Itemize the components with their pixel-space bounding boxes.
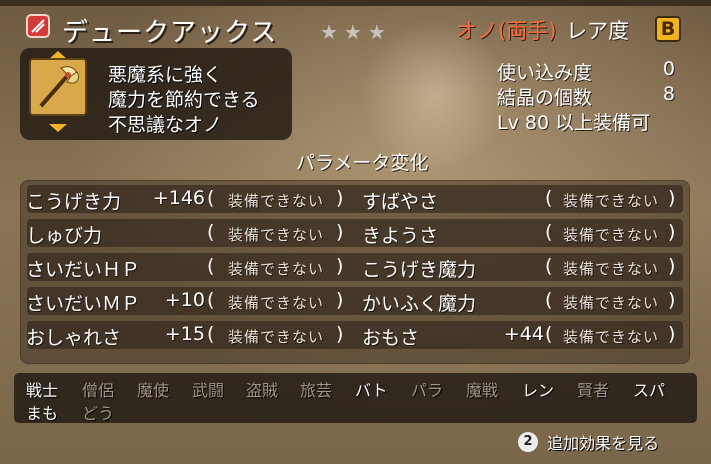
close-paren: )	[336, 255, 344, 277]
param-status: 装備できない	[228, 192, 325, 210]
weapon-type: オノ(両手)	[456, 19, 557, 43]
button-2-icon: 2	[518, 432, 538, 452]
close-paren: )	[668, 323, 676, 345]
param-label: さいだいＨＰ	[26, 259, 141, 281]
item-name: デュークアックス	[62, 18, 278, 48]
open-paren: (	[545, 323, 553, 345]
param-label: さいだいＭＰ	[26, 293, 141, 315]
close-paren: )	[668, 187, 676, 209]
close-paren: )	[336, 323, 344, 345]
scroll-down-arrow-icon[interactable]	[49, 124, 67, 132]
param-label: きようさ	[362, 225, 439, 247]
additional-effects-label: 追加効果を見る	[547, 434, 660, 453]
close-paren: )	[336, 289, 344, 311]
job-label: 僧侶	[82, 381, 115, 400]
param-label: しゅび力	[26, 225, 103, 247]
job-label: 魔戦	[466, 381, 499, 400]
job-label: 武闘	[192, 381, 225, 400]
open-paren: (	[545, 187, 553, 209]
job-label: 盗賊	[246, 381, 279, 400]
additional-effects-button[interactable]: 2 追加効果を見る	[518, 430, 659, 454]
job-label: 戦士	[26, 381, 59, 400]
param-status: 装備できない	[563, 192, 660, 210]
param-label: すばやさ	[362, 191, 439, 213]
rarity-label: レア度	[566, 19, 629, 43]
open-paren: (	[207, 255, 215, 277]
open-paren: (	[545, 255, 553, 277]
close-paren: )	[668, 221, 676, 243]
close-paren: )	[336, 187, 344, 209]
param-status: 装備できない	[228, 328, 325, 346]
param-value: +10	[164, 289, 205, 311]
crystal-value: 8	[662, 83, 675, 105]
top-border	[0, 0, 711, 6]
crystal-label: 結晶の個数	[497, 87, 593, 109]
close-paren: )	[668, 289, 676, 311]
axe-icon	[29, 58, 87, 116]
description-line-1: 悪魔系に強く	[108, 64, 223, 86]
param-status: 装備できない	[563, 226, 660, 244]
open-paren: (	[207, 187, 215, 209]
open-paren: (	[545, 221, 553, 243]
param-label: こうげき力	[26, 191, 122, 213]
param-status: 装備できない	[228, 226, 325, 244]
weapon-category-icon	[26, 14, 50, 38]
description-line-2: 魔力を節約できる	[108, 89, 260, 111]
job-label: レン	[522, 381, 555, 400]
open-paren: (	[545, 289, 553, 311]
param-status: 装備できない	[563, 260, 660, 278]
close-paren: )	[336, 221, 344, 243]
job-label: まも	[26, 404, 59, 423]
level-requirement: Lv 80 以上装備可	[497, 112, 651, 134]
param-status: 装備できない	[228, 294, 325, 312]
open-paren: (	[207, 289, 215, 311]
params-title: パラメータ変化	[296, 152, 429, 174]
star-rating: ★★★	[320, 20, 392, 44]
job-label: スパ	[633, 381, 666, 400]
usage-label: 使い込み度	[497, 62, 593, 84]
open-paren: (	[207, 221, 215, 243]
param-value: +15	[164, 323, 205, 345]
rarity-badge: B	[655, 16, 681, 42]
param-status: 装備できない	[563, 328, 660, 346]
job-label: パラ	[411, 381, 444, 400]
usage-value: 0	[662, 58, 675, 80]
param-value: +146	[152, 187, 205, 209]
param-label: おしゃれさ	[26, 327, 122, 349]
item-detail-screen: デュークアックス ★★★ オノ(両手) レア度 B 悪魔系に強く 魔力を節約でき…	[0, 0, 711, 464]
param-label: かいふく魔力	[362, 293, 477, 315]
job-label: バト	[355, 381, 388, 400]
description-line-3: 不思議なオノ	[108, 114, 223, 136]
param-label: おもさ	[362, 327, 420, 349]
job-label: 賢者	[577, 381, 610, 400]
param-status: 装備できない	[228, 260, 325, 278]
close-paren: )	[668, 255, 676, 277]
job-label: どう	[82, 404, 115, 423]
job-label: 旅芸	[300, 381, 333, 400]
job-label: 魔使	[137, 381, 170, 400]
param-label: こうげき魔力	[362, 259, 477, 281]
open-paren: (	[207, 323, 215, 345]
param-status: 装備できない	[563, 294, 660, 312]
param-value: +44	[503, 323, 544, 345]
